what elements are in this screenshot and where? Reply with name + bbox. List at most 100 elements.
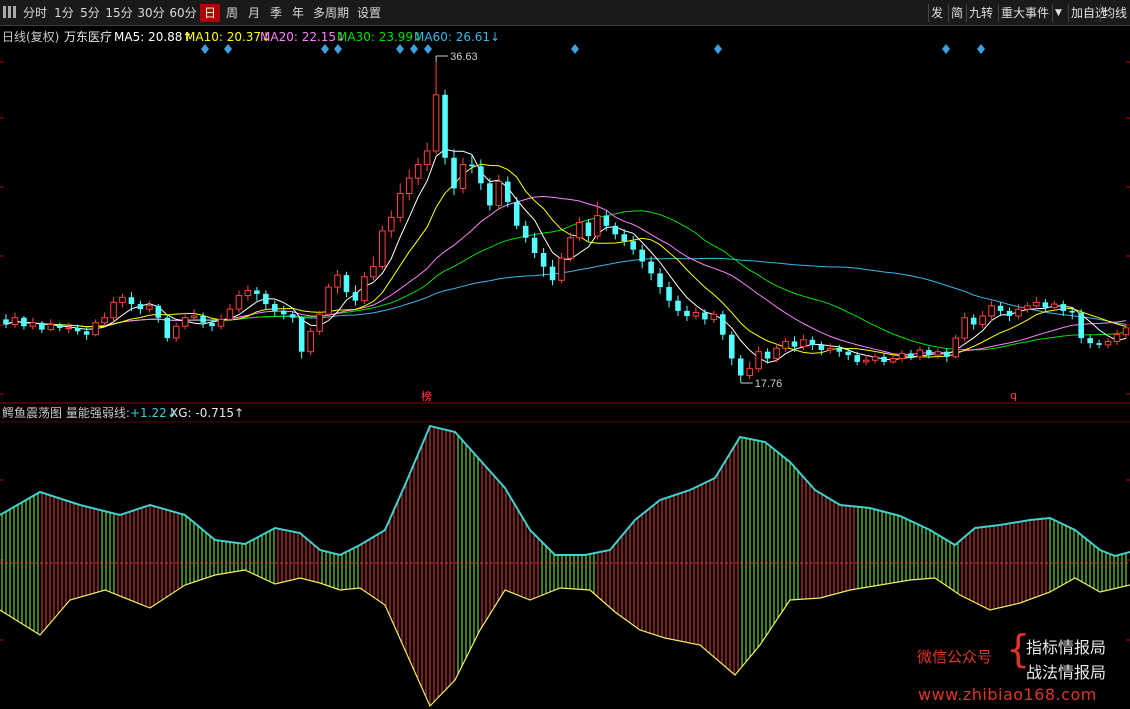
candle-body-up <box>692 312 700 317</box>
candle-body-up <box>11 317 19 325</box>
candle-body-up <box>782 340 789 349</box>
candle-body-up <box>898 352 906 360</box>
candle-body-down <box>549 266 556 281</box>
candle-body-up <box>934 351 942 356</box>
candle-body-down <box>639 249 645 262</box>
candle-body-down <box>926 349 932 356</box>
candle-body-down <box>487 183 493 206</box>
candle-body-up <box>1122 327 1130 336</box>
candle-body-up <box>110 301 117 319</box>
candle-body-down <box>684 310 690 316</box>
candle-body-up <box>1024 305 1031 310</box>
candle-body-up <box>92 322 99 336</box>
candle-body-up <box>388 216 395 232</box>
candle-body-down <box>478 166 484 184</box>
candle-body-down <box>522 225 529 238</box>
candle-body-up <box>217 318 225 327</box>
candle-body-up <box>773 347 780 360</box>
candle-body-down <box>737 358 744 376</box>
candle-body-up <box>47 323 55 331</box>
candle-body-down <box>128 297 135 305</box>
candle-body-up <box>988 305 995 317</box>
signal-diamond-icon <box>334 44 342 54</box>
candle-body-down <box>881 356 887 362</box>
candle-body-up <box>979 315 986 325</box>
candle-body-down <box>630 241 636 250</box>
price-chart-canvas[interactable]: 36.63 17.76 榜 q <box>0 0 1130 709</box>
ma60-line <box>5 257 1127 328</box>
candle-body-down <box>540 253 547 267</box>
candle-body-up <box>226 308 234 320</box>
candle-body-down <box>298 317 305 352</box>
candle-body-up <box>827 347 834 351</box>
signal-diamond-icon <box>224 44 232 54</box>
candle-body-down <box>209 322 215 327</box>
candle-body-up <box>244 289 252 297</box>
candle-body-up <box>361 276 368 302</box>
candle-body-down <box>702 312 708 320</box>
candle-body-down <box>289 314 296 318</box>
candle-body-down <box>469 164 475 167</box>
candle-body-down <box>155 305 162 318</box>
candle-body-up <box>755 351 762 370</box>
candle-body-up <box>594 215 601 237</box>
event-mark: q <box>1010 389 1017 402</box>
signal-diamond-icon <box>321 44 329 54</box>
candle-body-up <box>190 315 198 319</box>
candle-body-down <box>944 351 950 357</box>
candle-body-up <box>746 368 753 377</box>
watermark-url: www.zhibiao168.com <box>918 685 1097 704</box>
watermark-wechat: 微信公众号 <box>917 648 993 666</box>
candle-body-down <box>997 305 1004 311</box>
high-price-label: 36.63 <box>450 51 478 63</box>
candle-body-down <box>39 322 45 330</box>
candle-body-down <box>1042 302 1049 308</box>
candle-body-up <box>423 150 431 166</box>
candle-body-down <box>585 222 592 237</box>
candle-body-down <box>343 275 350 293</box>
candle-body-down <box>791 341 798 347</box>
candle-body-up <box>370 266 377 278</box>
signal-diamond-icon <box>410 44 418 54</box>
candle-body-up <box>119 296 126 303</box>
candle-body-up <box>146 305 153 310</box>
candle-body-down <box>21 317 27 327</box>
candle-body-up <box>235 295 243 310</box>
candle-body-down <box>1069 310 1076 313</box>
candle-body-up <box>396 192 404 218</box>
candle-body-down <box>442 94 448 158</box>
low-price-label: 17.76 <box>755 378 783 390</box>
signal-diamond-icon <box>571 44 579 54</box>
candle-body-down <box>845 351 852 356</box>
candle-body-down <box>504 181 511 203</box>
candle-body-up <box>101 317 108 324</box>
candle-body-up <box>379 230 386 268</box>
candle-body-up <box>181 317 189 327</box>
candle-body-down <box>200 315 206 323</box>
signal-diamond-icon <box>396 44 404 54</box>
candle-body-up <box>862 359 870 363</box>
candle-body-down <box>1087 338 1093 344</box>
candle-body-up <box>916 349 924 358</box>
watermark-line1: 指标情报局 <box>1026 638 1107 657</box>
candle-body-up <box>576 221 583 239</box>
candle-body-up <box>459 164 467 189</box>
candle-body-up <box>1113 334 1121 342</box>
candle-body-down <box>1060 304 1067 311</box>
candle-body-up <box>414 164 422 179</box>
candle-body-down <box>854 355 860 362</box>
candle-body-down <box>272 304 278 311</box>
candle-body-down <box>280 310 287 315</box>
candle-body-down <box>164 317 171 339</box>
candle-body-down <box>74 327 81 332</box>
candle-body-up <box>432 94 440 152</box>
candle-body-down <box>137 304 144 310</box>
candle-body-down <box>451 157 457 189</box>
candle-body-down <box>513 202 520 226</box>
candle-body-up <box>172 325 180 339</box>
candle-body-down <box>818 344 825 350</box>
candle-body-up <box>334 274 341 288</box>
signal-diamond-icon <box>714 44 722 54</box>
candle-body-down <box>621 234 628 242</box>
candle-body-up <box>325 286 332 315</box>
